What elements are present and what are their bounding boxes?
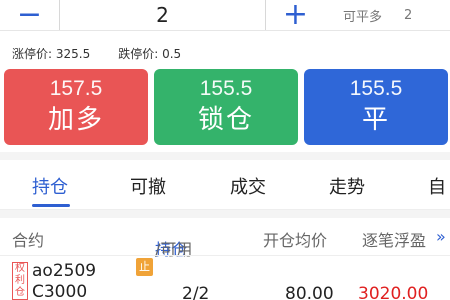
contract-code: ao2509 C3000: [32, 261, 96, 300]
quantity-input[interactable]: [60, 0, 265, 30]
quantity-bar: − + 可平多 2: [0, 0, 450, 30]
header-contract: 合约: [12, 231, 45, 250]
divider: [0, 30, 450, 31]
limit-up: 涨停价: 325.5: [12, 45, 90, 62]
active-tab-indicator: [32, 204, 70, 207]
contract-code-line1: ao2509: [32, 261, 97, 281]
limit-up-value: 325.5: [55, 47, 91, 61]
position-available: 2/2: [182, 284, 210, 300]
close-position-label: 平: [361, 105, 390, 135]
scroll-more-icon[interactable]: »: [436, 227, 446, 246]
tab-positions[interactable]: 持仓: [32, 173, 68, 199]
tab-trades[interactable]: 成交: [230, 173, 266, 199]
lock-position-price: 155.5: [199, 77, 253, 100]
contract-code-line2: C3000: [32, 282, 88, 300]
section-separator: [0, 210, 450, 218]
decrease-quantity-button[interactable]: −: [0, 0, 60, 30]
order-action-buttons: 157.5 加多 155.5 锁仓 155.5 平: [4, 69, 448, 145]
positions-table-header: 合约 持仓/可用 开仓均价 逐笔浮盈 »: [0, 218, 450, 259]
option-tag: 权利仓: [12, 262, 28, 300]
tab-self[interactable]: 自: [428, 173, 446, 199]
lock-position-label: 锁仓: [197, 105, 254, 135]
table-row[interactable]: 权利仓 ao2509 C3000 止 2/2 80.00 3020.00: [0, 256, 450, 300]
limit-down: 跌停价: 0.5: [118, 45, 181, 62]
lock-position-button[interactable]: 155.5 锁仓: [154, 69, 298, 145]
header-float-pnl: 逐笔浮盈: [362, 231, 427, 250]
add-long-button[interactable]: 157.5 加多: [4, 69, 148, 145]
float-pnl: 3020.00: [358, 284, 429, 300]
header-avg-open-price: 开仓均价: [263, 231, 328, 250]
add-long-label: 加多: [47, 105, 104, 135]
closable-long-label: 可平多: [343, 9, 383, 25]
stop-order-badge: 止: [136, 258, 153, 276]
limit-up-label: 涨停价:: [12, 47, 53, 61]
limit-prices: 涨停价: 325.5 跌停价: 0.5: [12, 45, 181, 62]
tab-bar: 持仓 可撤 成交 走势 自: [0, 160, 450, 210]
close-position-button[interactable]: 155.5 平: [304, 69, 448, 145]
tab-cancellable[interactable]: 可撤: [130, 173, 166, 199]
limit-down-value: 0.5: [162, 47, 182, 61]
limit-down-label: 跌停价:: [118, 47, 159, 61]
avg-open-price: 80.00: [285, 284, 334, 300]
closable-long-value: 2: [404, 7, 413, 23]
tab-trend[interactable]: 走势: [329, 173, 365, 199]
increase-quantity-button[interactable]: +: [265, 0, 325, 30]
closable-long-info: 可平多 2: [325, 6, 450, 25]
close-position-price: 155.5: [349, 77, 403, 100]
section-separator: [0, 152, 450, 160]
add-long-price: 157.5: [49, 77, 103, 100]
